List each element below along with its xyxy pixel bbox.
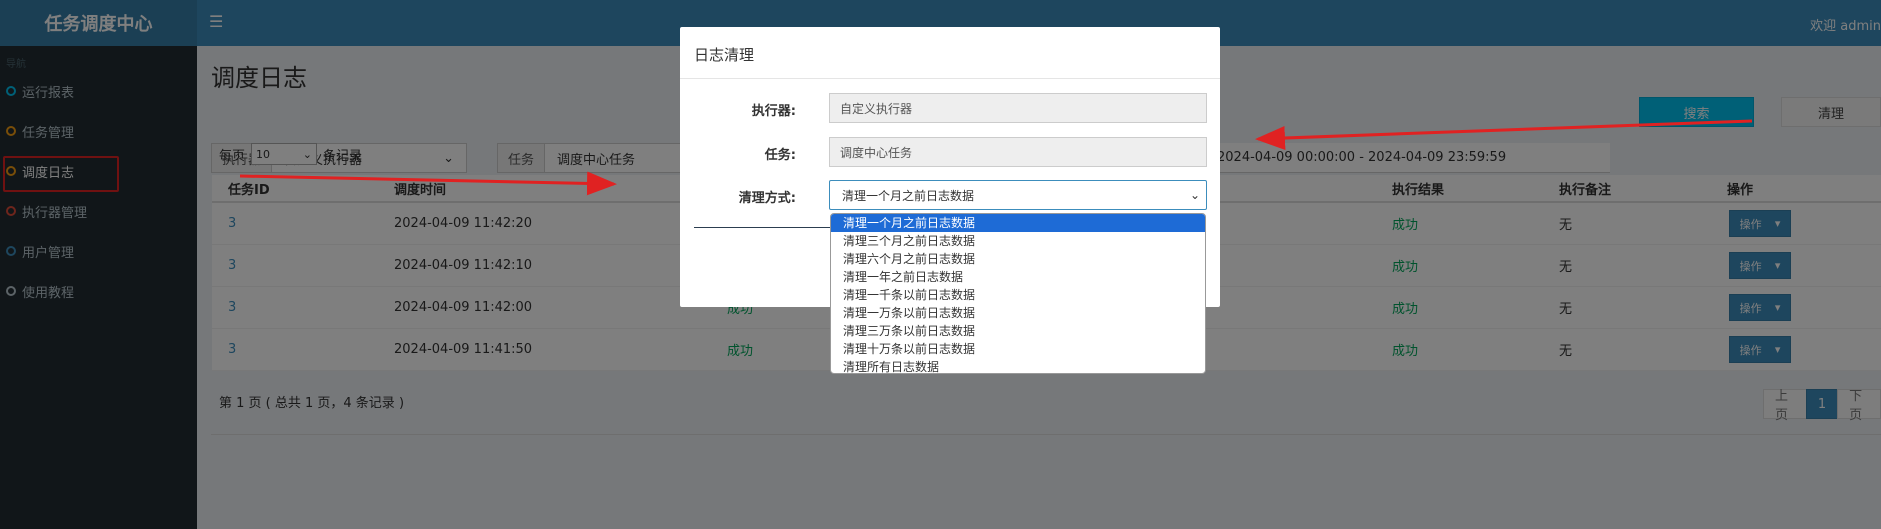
task-label: 任务: xyxy=(764,148,796,163)
clean-mode-select[interactable]: 清理一个月之前日志数据 ⌄ xyxy=(829,180,1207,210)
executor-form-row: 执行器: 自定义执行器 xyxy=(680,93,1220,123)
clean-mode-option[interactable]: 清理一万条以前日志数据 xyxy=(831,304,1205,322)
clean-mode-form-row: 清理方式: 清理一个月之前日志数据 ⌄ xyxy=(680,180,1220,210)
clean-mode-option[interactable]: 清理三万条以前日志数据 xyxy=(831,322,1205,340)
clean-mode-value: 清理一个月之前日志数据 xyxy=(842,188,975,203)
clean-mode-option[interactable]: 清理一年之前日志数据 xyxy=(831,268,1205,286)
clean-mode-label: 清理方式: xyxy=(738,191,796,206)
clean-mode-option[interactable]: 清理六个月之前日志数据 xyxy=(831,250,1205,268)
clean-mode-option[interactable]: 清理所有日志数据 xyxy=(831,358,1205,373)
clean-mode-option[interactable]: 清理一个月之前日志数据 xyxy=(831,214,1205,232)
executor-label: 执行器: xyxy=(751,104,796,119)
clean-mode-option[interactable]: 清理十万条以前日志数据 xyxy=(831,340,1205,358)
clean-mode-option[interactable]: 清理三个月之前日志数据 xyxy=(831,232,1205,250)
clean-mode-option[interactable]: 清理一千条以前日志数据 xyxy=(831,286,1205,304)
task-form-row: 任务: 调度中心任务 xyxy=(680,137,1220,167)
chevron-down-icon: ⌄ xyxy=(1189,188,1200,202)
task-field: 调度中心任务 xyxy=(829,137,1207,167)
clean-mode-options: 清理一个月之前日志数据 清理三个月之前日志数据 清理六个月之前日志数据 清理一年… xyxy=(830,213,1206,374)
executor-field: 自定义执行器 xyxy=(829,93,1207,123)
modal-title: 日志清理 xyxy=(680,27,1220,79)
